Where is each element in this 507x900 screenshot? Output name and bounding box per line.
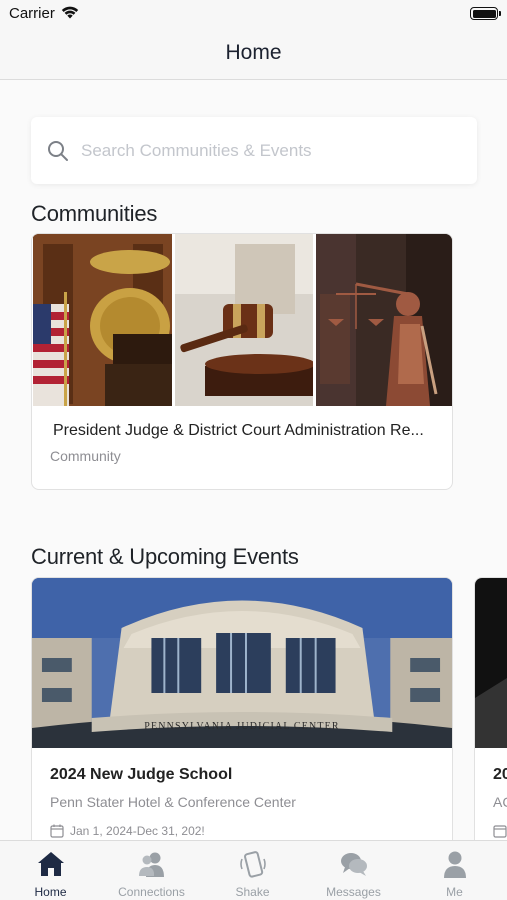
- community-image-gavel: [175, 234, 313, 406]
- status-bar: Carrier: [0, 0, 507, 30]
- tab-label: Connections: [118, 885, 185, 899]
- event-image: [475, 578, 507, 748]
- connections-icon: [139, 852, 164, 877]
- search-box[interactable]: [31, 117, 477, 184]
- tab-shake[interactable]: Shake: [202, 841, 303, 900]
- tab-label: Home: [34, 885, 67, 899]
- battery-icon: [470, 7, 501, 20]
- community-type: Community: [50, 448, 121, 464]
- community-image-lady-justice: [316, 234, 452, 406]
- event-card[interactable]: PENNSYLVANIA JUDICIAL CENTER 2024 New Ju…: [31, 577, 453, 847]
- event-card[interactable]: 20 AC: [474, 577, 507, 847]
- calendar-icon: [50, 824, 64, 838]
- carrier-label: Carrier: [9, 5, 55, 22]
- search-input[interactable]: [81, 137, 461, 165]
- tab-messages[interactable]: Messages: [303, 841, 404, 900]
- shake-icon: [240, 851, 266, 878]
- tab-bar: Home Connections Shake Messages Me: [0, 840, 507, 900]
- building-sign: PENNSYLVANIA JUDICIAL CENTER: [144, 721, 340, 732]
- event-location: Penn Stater Hotel & Conference Center: [50, 794, 296, 810]
- community-image-seal: [33, 234, 172, 406]
- communities-heading: Communities: [31, 201, 158, 226]
- messages-icon: [341, 853, 367, 876]
- tab-label: Messages: [326, 885, 381, 899]
- event-location: AC: [493, 794, 507, 810]
- navigation-bar: Home: [0, 30, 507, 80]
- search-icon: [48, 141, 68, 161]
- tab-label: Me: [446, 885, 463, 899]
- events-heading: Current & Upcoming Events: [31, 544, 299, 569]
- event-title: 2024 New Judge School: [50, 766, 233, 783]
- event-image: PENNSYLVANIA JUDICIAL CENTER: [32, 578, 452, 748]
- page-title: Home: [225, 41, 282, 64]
- community-title: President Judge & District Court Adminis…: [53, 422, 424, 439]
- tab-home[interactable]: Home: [0, 841, 101, 900]
- event-date: Jan 1, 2024-Dec 31, 202!: [70, 824, 205, 838]
- person-icon: [444, 851, 466, 878]
- calendar-icon: [493, 825, 507, 838]
- community-card[interactable]: President Judge & District Court Adminis…: [31, 233, 453, 490]
- tab-label: Shake: [235, 885, 270, 899]
- home-icon: [38, 852, 64, 876]
- wifi-icon: [61, 6, 79, 19]
- tab-me[interactable]: Me: [404, 841, 505, 900]
- event-title: 20: [493, 766, 507, 783]
- tab-connections[interactable]: Connections: [101, 841, 202, 900]
